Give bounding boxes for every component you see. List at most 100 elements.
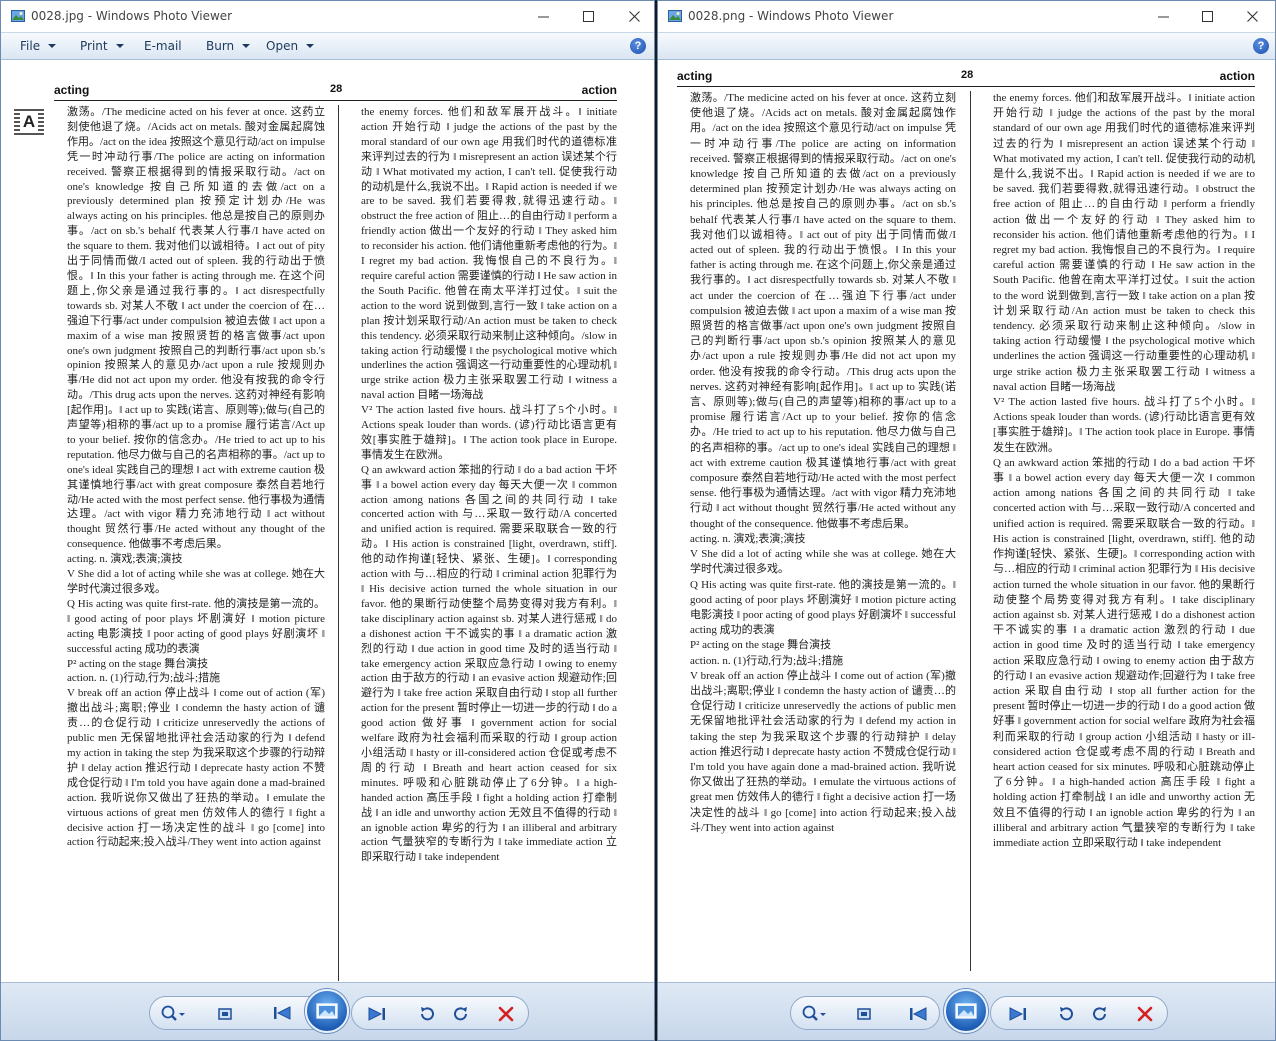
minimize-icon xyxy=(1157,16,1169,17)
navigation-bar xyxy=(658,982,1275,1040)
rotate-clockwise-button[interactable] xyxy=(1085,997,1115,1031)
text-column-right: the enemy forces. 他们和敌军展开战斗。‖ initiate a… xyxy=(993,91,1255,976)
file-menu-label: File xyxy=(20,39,41,53)
rotate-counterclockwise-button[interactable] xyxy=(412,997,442,1031)
delete-button[interactable] xyxy=(491,997,521,1031)
help-icon[interactable]: ? xyxy=(630,38,646,54)
rotate-clockwise-icon xyxy=(454,1007,467,1021)
file-menu[interactable]: File xyxy=(20,39,57,53)
next-icon xyxy=(1009,1007,1026,1021)
open-menu[interactable]: Open xyxy=(266,39,315,53)
photo-viewer-icon xyxy=(668,10,682,22)
prev-slot xyxy=(237,996,297,1030)
text-column-right: the enemy forces. 他们和敌军展开战斗。‖ initiate a… xyxy=(361,105,617,982)
letter-index-label: A xyxy=(19,112,39,132)
actual-size-button[interactable] xyxy=(210,997,240,1031)
burn-menu-label: Burn xyxy=(206,39,235,53)
slideshow-icon xyxy=(316,1003,338,1019)
chevron-down-icon xyxy=(115,44,124,48)
maximize-button[interactable] xyxy=(1192,4,1222,28)
photo-viewer-window-left: 0028.jpg - Windows Photo Viewer File Pri… xyxy=(0,0,655,1041)
image-viewport[interactable]: acting 28 action A 激荡。/The medicine acte… xyxy=(1,61,654,982)
minimize-button[interactable] xyxy=(1148,4,1178,28)
rotate-clockwise-icon xyxy=(1093,1007,1106,1021)
next-icon xyxy=(368,1007,385,1021)
zoom-icon xyxy=(161,1005,185,1021)
dictionary-page: acting 28 action 激荡。/The medicine acted … xyxy=(677,67,1255,982)
chevron-down-icon xyxy=(306,44,315,48)
photo-viewer-window-right: 0028.png - Windows Photo Viewer ? acting… xyxy=(657,0,1276,1041)
print-menu[interactable]: Print xyxy=(80,39,124,53)
next-button[interactable] xyxy=(362,997,392,1031)
close-button[interactable] xyxy=(619,4,649,28)
rotate-clockwise-button[interactable] xyxy=(446,997,476,1031)
email-button-label: E-mail xyxy=(144,39,182,53)
header-first-word: acting xyxy=(54,83,90,97)
zoom-button[interactable] xyxy=(797,997,831,1031)
previous-button[interactable] xyxy=(267,996,297,1030)
rotate-counterclockwise-button[interactable] xyxy=(1051,997,1081,1031)
rotate-counterclockwise-icon xyxy=(421,1007,434,1021)
nav-controls-left-group xyxy=(790,996,940,1030)
page-number: 28 xyxy=(961,69,974,81)
print-menu-label: Print xyxy=(80,39,108,53)
burn-menu[interactable]: Burn xyxy=(206,39,251,53)
window-title: 0028.jpg - Windows Photo Viewer xyxy=(31,9,233,23)
next-button[interactable] xyxy=(1003,997,1033,1031)
rotate-counterclockwise-icon xyxy=(1060,1007,1073,1021)
maximize-button[interactable] xyxy=(573,4,603,28)
delete-button[interactable] xyxy=(1130,997,1160,1031)
entry-paragraph: V break off an action 停止战斗 ‖ come out of… xyxy=(67,687,325,849)
page-header: acting 28 action xyxy=(677,67,1255,87)
navigation-bar xyxy=(1,982,654,1040)
previous-button[interactable] xyxy=(903,997,933,1031)
nav-controls-right-group xyxy=(990,996,1168,1030)
entry-paragraph: P² acting on the stage 舞台演技 xyxy=(690,639,832,652)
entry-paragraph: V She did a lot of acting while she was … xyxy=(690,548,956,576)
entry-paragraph: V break off an action 停止战斗 ‖ come out of… xyxy=(690,669,956,834)
minimize-icon xyxy=(537,16,549,17)
command-bar: File Print E-mail Burn Open ? xyxy=(1,32,654,60)
zoom-button[interactable] xyxy=(156,997,190,1031)
entry-paragraph: the enemy forces. 他们和敌军展开战斗。‖ initiate a… xyxy=(361,106,617,402)
title-bar[interactable]: 0028.png - Windows Photo Viewer xyxy=(658,1,1275,32)
entry-paragraph: acting. n. 演戏;表演;演技 xyxy=(690,532,806,545)
actual-size-button[interactable] xyxy=(849,997,879,1031)
slideshow-button[interactable] xyxy=(944,989,988,1033)
title-bar[interactable]: 0028.jpg - Windows Photo Viewer xyxy=(1,1,654,32)
minimize-button[interactable] xyxy=(528,4,558,28)
previous-icon xyxy=(274,1006,291,1020)
email-button[interactable]: E-mail xyxy=(144,39,182,53)
column-divider xyxy=(970,91,971,971)
slideshow-button[interactable] xyxy=(305,989,349,1033)
slideshow-icon xyxy=(955,1003,977,1019)
nav-controls-right-group xyxy=(351,996,529,1030)
entry-paragraph: action. n. (1)行动,行为;战斗;措施 xyxy=(690,654,844,667)
close-icon xyxy=(628,10,640,22)
entry-paragraph: V² The action lasted five hours. 战斗打了5个小… xyxy=(361,404,617,461)
entry-paragraph: Q His acting was quite first-rate. 他的演技是… xyxy=(690,578,956,637)
image-viewport[interactable]: acting 28 action 激荡。/The medicine acted … xyxy=(658,61,1275,982)
delete-icon xyxy=(1137,1006,1153,1022)
header-last-word: action xyxy=(1219,69,1255,83)
entry-paragraph: Q an awkward action 笨拙的行动 ‖ do a bad act… xyxy=(993,456,1255,849)
photo-viewer-icon xyxy=(11,10,25,22)
window-title: 0028.png - Windows Photo Viewer xyxy=(688,9,894,23)
letter-index-marker: A xyxy=(14,109,44,135)
entry-paragraph: V She did a lot of acting while she was … xyxy=(67,568,325,595)
chevron-down-icon xyxy=(242,44,251,48)
text-column-left: 激荡。/The medicine acted on his fever at o… xyxy=(690,91,956,976)
page-header: acting 28 action xyxy=(54,81,617,101)
column-divider xyxy=(338,105,339,981)
actual-size-icon xyxy=(218,1008,232,1020)
entry-paragraph: 激荡。/The medicine acted on his fever at o… xyxy=(67,106,325,551)
entry-paragraph: Q an awkward action 笨拙的行动 ‖ do a bad act… xyxy=(361,463,617,864)
entry-paragraph: P² acting on the stage 舞台演技 xyxy=(67,657,209,670)
open-menu-label: Open xyxy=(266,39,299,53)
help-icon[interactable]: ? xyxy=(1253,38,1269,54)
header-first-word: acting xyxy=(677,69,713,83)
dictionary-page: acting 28 action A 激荡。/The medicine acte… xyxy=(14,81,617,982)
entry-paragraph: 激荡。/The medicine acted on his fever at o… xyxy=(690,92,956,530)
actual-size-icon xyxy=(857,1008,871,1020)
close-button[interactable] xyxy=(1237,4,1267,28)
